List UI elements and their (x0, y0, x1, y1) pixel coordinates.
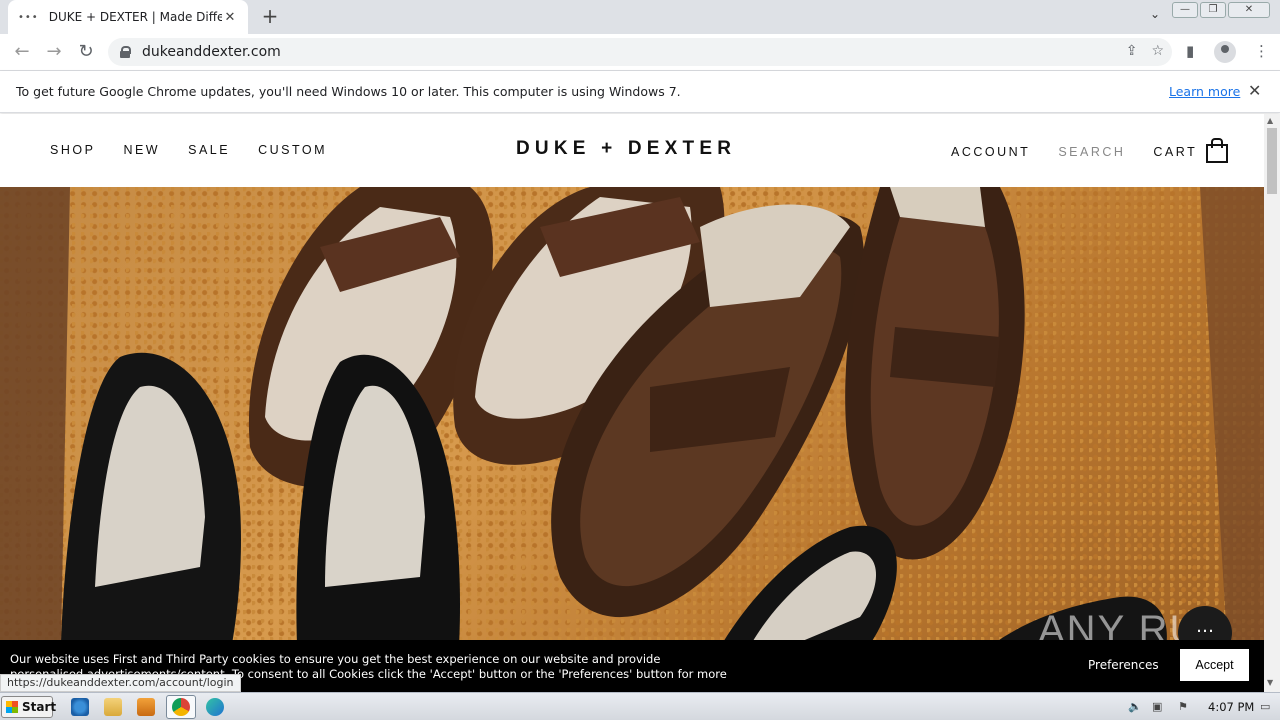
primary-nav: SHOP NEW SALE CUSTOM (50, 143, 327, 157)
show-desktop-icon[interactable]: ▭ (1260, 700, 1270, 713)
browser-toolbar: ← → ↻ dukeanddexter.com ⇪ ☆ ▮ ⋮ (0, 34, 1280, 71)
volume-icon[interactable]: 🔈 (1128, 700, 1142, 713)
side-panel-icon[interactable]: ▮ (1186, 42, 1194, 60)
infobar-message: To get future Google Chrome updates, you… (16, 84, 681, 99)
site-header: SHOP NEW SALE CUSTOM DUKE + DEXTER ACCOU… (0, 114, 1264, 187)
scroll-up-icon[interactable]: ▲ (1267, 116, 1273, 125)
new-tab-button[interactable]: + (258, 5, 282, 29)
cart-link[interactable]: CART (1153, 145, 1197, 159)
internet-explorer-icon[interactable] (71, 698, 89, 716)
tab-dukeanddexter[interactable]: ••• DUKE + DEXTER | Made Different ✕ (8, 0, 248, 34)
lock-icon[interactable] (120, 46, 131, 58)
url-text[interactable]: dukeanddexter.com (142, 44, 281, 60)
maximize-button[interactable]: ❐ (1200, 2, 1226, 18)
nav-shop[interactable]: SHOP (50, 143, 95, 157)
share-icon[interactable]: ⇪ (1126, 43, 1138, 59)
forward-arrow-icon[interactable]: → (44, 42, 64, 62)
address-bar[interactable]: dukeanddexter.com ⇪ ☆ (108, 38, 1172, 66)
link-preview-status: https://dukeanddexter.com/account/login (0, 674, 241, 692)
reload-icon[interactable]: ↻ (76, 42, 96, 62)
minimize-button[interactable]: — (1172, 2, 1198, 18)
taskbar-clock[interactable]: 4:07 PM (1208, 700, 1254, 714)
nav-custom[interactable]: CUSTOM (258, 143, 327, 157)
file-explorer-icon[interactable] (104, 698, 122, 716)
profile-avatar-icon[interactable] (1214, 41, 1236, 63)
page-viewport: SHOP NEW SALE CUSTOM DUKE + DEXTER ACCOU… (0, 114, 1264, 692)
preferences-button[interactable]: Preferences (1088, 658, 1159, 672)
action-center-flag-icon[interactable]: ⚑ (1178, 700, 1188, 713)
network-icon[interactable]: ▣ (1152, 700, 1162, 713)
tab-strip: ••• DUKE + DEXTER | Made Different ✕ + ⌄… (0, 0, 1280, 34)
chrome-icon[interactable] (172, 698, 190, 716)
back-arrow-icon[interactable]: ← (12, 42, 32, 62)
nav-sale[interactable]: SALE (188, 143, 230, 157)
window-controls: — ❐ ✕ (1170, 2, 1270, 18)
start-button[interactable]: Start (1, 696, 56, 718)
update-infobar: To get future Google Chrome updates, you… (0, 71, 1280, 113)
media-player-icon[interactable] (137, 698, 155, 716)
menu-kebab-icon[interactable]: ⋮ (1254, 42, 1269, 60)
scrollbar-thumb[interactable] (1267, 128, 1277, 194)
bookmark-star-icon[interactable]: ☆ (1151, 43, 1164, 59)
site-logo[interactable]: DUKE + DEXTER (516, 138, 736, 160)
close-window-button[interactable]: ✕ (1228, 2, 1270, 18)
learn-more-link[interactable]: Learn more (1169, 84, 1240, 99)
nav-new[interactable]: NEW (123, 143, 160, 157)
site-favicon-icon: ••• (18, 11, 39, 23)
windows-taskbar: Start 🔈 ▣ ⚑ 4:07 PM ▭ (0, 692, 1280, 720)
edge-icon[interactable] (206, 698, 224, 716)
infobar-close-icon[interactable]: ✕ (1248, 81, 1261, 100)
accept-button[interactable]: Accept (1180, 649, 1249, 681)
tab-title: DUKE + DEXTER | Made Different (48, 10, 222, 24)
tab-search-icon[interactable]: ⌄ (1150, 7, 1160, 21)
utility-nav: ACCOUNT SEARCH CART (951, 138, 1229, 163)
tab-close-icon[interactable]: ✕ (222, 10, 238, 25)
page-scrollbar[interactable]: ▲ ▼ (1264, 114, 1280, 692)
scroll-down-icon[interactable]: ▼ (1267, 678, 1273, 687)
shopping-bag-icon[interactable] (1206, 138, 1229, 163)
account-link[interactable]: ACCOUNT (951, 145, 1030, 159)
search-link[interactable]: SEARCH (1058, 145, 1125, 159)
